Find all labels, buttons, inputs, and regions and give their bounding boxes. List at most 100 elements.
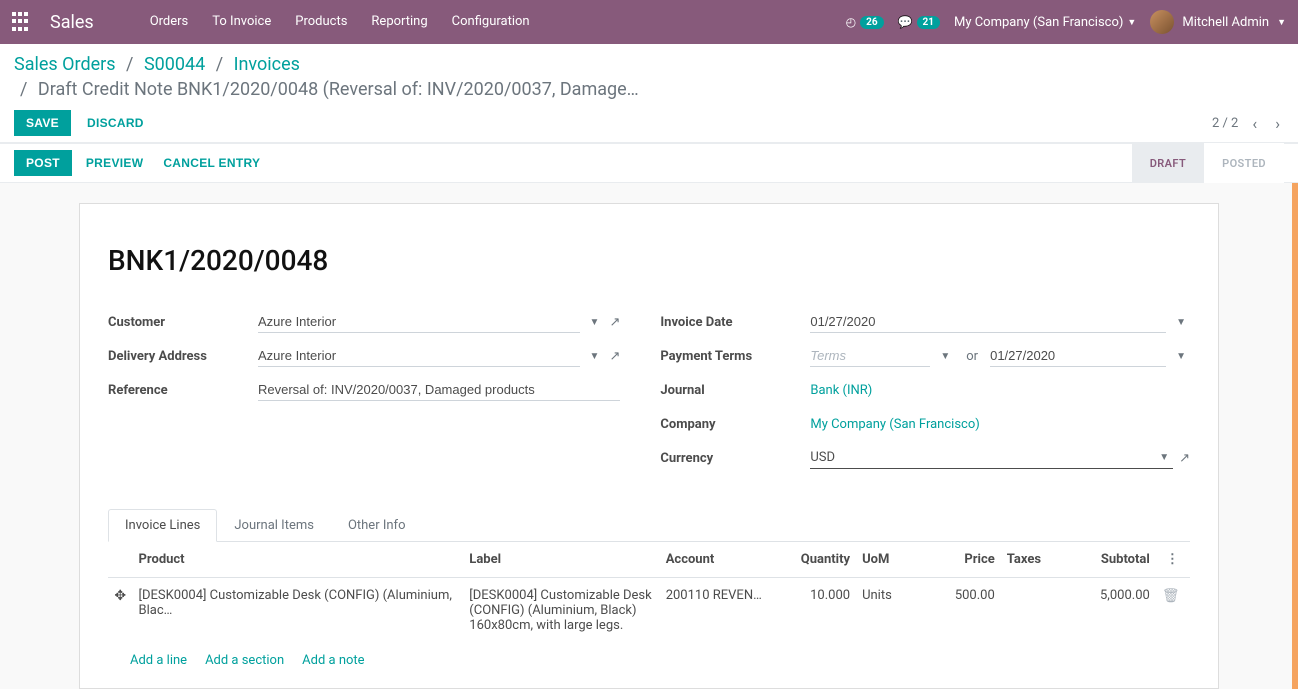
- nav-reporting[interactable]: Reporting: [359, 0, 439, 44]
- user-menu[interactable]: Mitchell Admin ▼: [1150, 10, 1286, 34]
- pager-text: 2 / 2: [1212, 116, 1238, 131]
- label-customer: Customer: [108, 315, 258, 330]
- th-product[interactable]: Product: [133, 542, 464, 578]
- activity-count: 26: [860, 16, 883, 29]
- statusbar: Post Preview Cancel Entry Draft Posted: [0, 143, 1298, 183]
- cell-label[interactable]: [DESK0004] Customizable Desk (CONFIG) (A…: [463, 578, 659, 644]
- table-row[interactable]: ✥ [DESK0004] Customizable Desk (CONFIG) …: [108, 578, 1190, 644]
- chat-icon: 💬: [898, 15, 913, 29]
- tabs: Invoice Lines Journal Items Other Info: [108, 509, 1190, 542]
- save-button[interactable]: Save: [14, 110, 71, 136]
- caret-down-icon: ▼: [1277, 17, 1286, 28]
- avatar: [1150, 10, 1174, 34]
- nav-to-invoice[interactable]: To Invoice: [200, 0, 283, 44]
- top-nav: Sales Orders To Invoice Products Reporti…: [0, 0, 1298, 44]
- nav-configuration[interactable]: Configuration: [440, 0, 542, 44]
- chevron-down-icon[interactable]: ▼: [1172, 351, 1190, 362]
- cell-product[interactable]: [DESK0004] Customizable Desk (CONFIG) (A…: [133, 578, 464, 644]
- tab-journal-items[interactable]: Journal Items: [217, 509, 331, 542]
- cell-quantity[interactable]: 10.000: [773, 578, 856, 644]
- th-price[interactable]: Price: [918, 542, 1001, 578]
- cancel-entry-button[interactable]: Cancel Entry: [157, 150, 266, 176]
- nav-right: ◴ 26 💬 21 My Company (San Francisco) ▼ M…: [846, 10, 1286, 34]
- reference-field[interactable]: [258, 379, 620, 401]
- breadcrumb-sep: /: [20, 79, 27, 100]
- th-account[interactable]: Account: [660, 542, 774, 578]
- control-panel: Sales Orders / S00044 / Invoices / Draft…: [0, 44, 1298, 143]
- th-quantity[interactable]: Quantity: [773, 542, 856, 578]
- company-link[interactable]: My Company (San Francisco): [810, 417, 979, 432]
- chevron-down-icon[interactable]: ▼: [1155, 452, 1173, 463]
- breadcrumb-sep: /: [126, 54, 133, 75]
- label-reference: Reference: [108, 383, 258, 398]
- activity-indicator[interactable]: ◴ 26: [846, 15, 884, 29]
- due-date-field[interactable]: [990, 345, 1166, 367]
- tab-other-info[interactable]: Other Info: [331, 509, 423, 542]
- company-switcher[interactable]: My Company (San Francisco) ▼: [954, 15, 1136, 30]
- breadcrumb-current: Draft Credit Note BNK1/2020/0048 (Revers…: [38, 79, 639, 100]
- breadcrumb-invoices[interactable]: Invoices: [234, 54, 300, 75]
- clock-icon: ◴: [846, 15, 856, 29]
- app-brand[interactable]: Sales: [50, 12, 94, 33]
- chevron-down-icon[interactable]: ▼: [936, 351, 954, 362]
- nav-items: Orders To Invoice Products Reporting Con…: [138, 0, 542, 44]
- cell-subtotal[interactable]: 5,000.00: [1063, 578, 1156, 644]
- invoice-date-field[interactable]: [810, 311, 1166, 333]
- apps-icon[interactable]: [12, 12, 32, 32]
- delivery-field[interactable]: [258, 345, 580, 367]
- add-links: Add a line Add a section Add a note: [108, 643, 1190, 668]
- form-sheet-bg: BNK1/2020/0048 Customer ▼ ↗ Delivery Add…: [0, 183, 1298, 689]
- currency-field[interactable]: USD: [810, 450, 1155, 465]
- status-posted[interactable]: Posted: [1204, 143, 1284, 183]
- drag-handle-icon[interactable]: ✥: [114, 588, 126, 604]
- nav-products[interactable]: Products: [283, 0, 359, 44]
- breadcrumb-order[interactable]: S00044: [144, 54, 205, 75]
- nav-orders[interactable]: Orders: [138, 0, 201, 44]
- label-payment-terms: Payment Terms: [660, 349, 810, 364]
- label-journal: Journal: [660, 383, 810, 398]
- external-link-icon[interactable]: ↗: [1179, 451, 1190, 466]
- label-company: Company: [660, 417, 810, 432]
- th-label[interactable]: Label: [463, 542, 659, 578]
- pager-prev[interactable]: ‹: [1248, 114, 1261, 133]
- journal-link[interactable]: Bank (INR): [810, 383, 872, 398]
- add-line-link[interactable]: Add a line: [130, 653, 187, 668]
- cell-account[interactable]: 200110 REVEN…: [660, 578, 774, 644]
- th-uom[interactable]: UoM: [856, 542, 918, 578]
- cell-price[interactable]: 500.00: [918, 578, 1001, 644]
- chevron-down-icon[interactable]: ▼: [1172, 317, 1190, 328]
- company-name: My Company (San Francisco): [954, 15, 1123, 30]
- label-currency: Currency: [660, 451, 810, 466]
- trash-icon[interactable]: 🗑: [1162, 588, 1180, 604]
- cell-uom[interactable]: Units: [856, 578, 918, 644]
- breadcrumb: Sales Orders / S00044 / Invoices / Draft…: [14, 52, 1284, 102]
- external-link-icon[interactable]: ↗: [609, 349, 620, 364]
- th-subtotal[interactable]: Subtotal: [1063, 542, 1156, 578]
- or-label: or: [966, 349, 978, 364]
- label-invoice-date: Invoice Date: [660, 315, 810, 330]
- add-section-link[interactable]: Add a section: [205, 653, 284, 668]
- user-name: Mitchell Admin: [1182, 15, 1269, 30]
- preview-button[interactable]: Preview: [80, 150, 149, 176]
- external-link-icon[interactable]: ↗: [609, 315, 620, 330]
- chevron-down-icon[interactable]: ▼: [586, 317, 604, 328]
- customer-field[interactable]: [258, 311, 580, 333]
- discard-button[interactable]: Discard: [81, 110, 150, 136]
- pager-next[interactable]: ›: [1271, 114, 1284, 133]
- label-delivery: Delivery Address: [108, 349, 258, 364]
- cell-taxes[interactable]: [1001, 578, 1063, 644]
- kebab-icon[interactable]: ⋮: [1162, 552, 1183, 567]
- chevron-down-icon[interactable]: ▼: [586, 351, 604, 362]
- breadcrumb-root[interactable]: Sales Orders: [14, 54, 116, 75]
- post-button[interactable]: Post: [14, 150, 72, 176]
- discuss-count: 21: [917, 16, 940, 29]
- th-taxes[interactable]: Taxes: [1001, 542, 1063, 578]
- left-column: Customer ▼ ↗ Delivery Address ▼ ↗: [108, 309, 620, 479]
- status-draft[interactable]: Draft: [1132, 143, 1204, 183]
- payment-terms-field[interactable]: [810, 345, 930, 367]
- invoice-lines-table: Product Label Account Quantity UoM Price…: [108, 542, 1190, 643]
- tab-invoice-lines[interactable]: Invoice Lines: [108, 509, 217, 542]
- discuss-indicator[interactable]: 💬 21: [898, 15, 940, 29]
- right-column: Invoice Date ▼ Payment Terms ▼ or ▼: [660, 309, 1190, 479]
- add-note-link[interactable]: Add a note: [302, 653, 364, 668]
